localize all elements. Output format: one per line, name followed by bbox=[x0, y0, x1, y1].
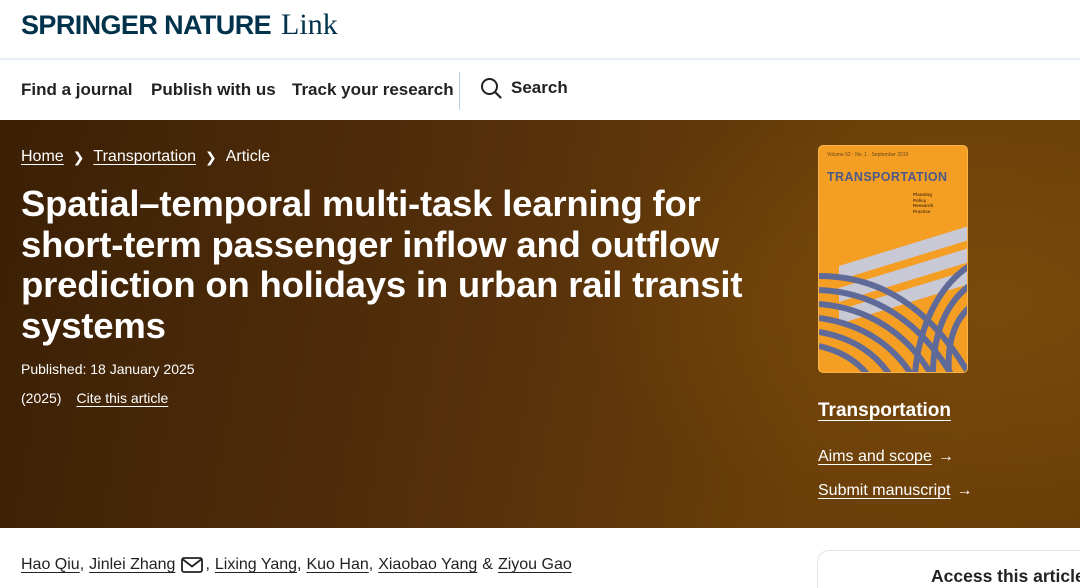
springer-nature-link-logo[interactable]: SPRINGER NATURE Link bbox=[21, 8, 338, 42]
brand-name-bold: SPRINGER NATURE bbox=[21, 10, 272, 40]
breadcrumb-current: Article bbox=[225, 148, 271, 165]
author-link[interactable]: Xiaobao Yang bbox=[378, 556, 477, 574]
submit-manuscript-label: Submit manuscript bbox=[818, 482, 951, 499]
author-link[interactable]: Hao Qiu bbox=[21, 556, 80, 574]
published-date: Published: 18 January 2025 bbox=[21, 361, 195, 377]
aims-and-scope-link[interactable]: Aims and scope → bbox=[818, 448, 954, 466]
nav-find-journal[interactable]: Find a journal bbox=[21, 80, 132, 100]
citation-row: (2025) Cite this article bbox=[21, 390, 168, 406]
cover-journal-title: TRANSPORTATION bbox=[827, 170, 948, 184]
nav-publish-with-us[interactable]: Publish with us bbox=[151, 80, 276, 100]
aims-and-scope-label: Aims and scope bbox=[818, 448, 932, 465]
email-icon[interactable] bbox=[181, 557, 204, 573]
arrow-right-icon: → bbox=[937, 448, 954, 465]
cover-issue-info: Volume 52 · No. 1 · September 2019 bbox=[827, 152, 909, 158]
breadcrumb: Home ❯ Transportation ❯ Article bbox=[21, 148, 270, 166]
author-link[interactable]: Jinlei Zhang bbox=[89, 556, 175, 574]
chevron-right-icon: ❯ bbox=[72, 148, 85, 165]
cite-article-link[interactable]: Cite this article bbox=[76, 390, 168, 406]
cover-artwork bbox=[819, 226, 967, 372]
author-list: Hao Qiu, Jinlei Zhang , Lixing Yang, Kuo… bbox=[21, 556, 572, 574]
journal-name-link[interactable]: Transportation bbox=[818, 400, 951, 422]
article-hero: Home ❯ Transportation ❯ Article Spatial–… bbox=[0, 120, 1080, 528]
author-link[interactable]: Ziyou Gao bbox=[498, 556, 572, 574]
breadcrumb-journal[interactable]: Transportation bbox=[93, 148, 196, 166]
submit-manuscript-link[interactable]: Submit manuscript → bbox=[818, 482, 973, 500]
search-icon bbox=[481, 78, 502, 99]
article-title: Spatial–temporal multi-task learning for… bbox=[21, 183, 743, 346]
author-link[interactable]: Lixing Yang bbox=[215, 556, 297, 574]
brand-name-light: Link bbox=[281, 8, 338, 41]
nav-divider bbox=[459, 72, 460, 110]
access-article-heading: Access this article bbox=[931, 566, 1080, 586]
nav-track-research[interactable]: Track your research bbox=[292, 80, 454, 100]
chevron-right-icon: ❯ bbox=[205, 148, 217, 165]
search-label: Search bbox=[511, 78, 568, 97]
authors-conjunction: & bbox=[482, 556, 493, 573]
breadcrumb-home[interactable]: Home bbox=[21, 148, 64, 166]
publication-year: (2025) bbox=[21, 390, 62, 406]
author-link[interactable]: Kuo Han bbox=[306, 556, 368, 574]
arrow-right-icon: → bbox=[956, 482, 973, 499]
brand-header: SPRINGER NATURE Link bbox=[0, 0, 1080, 60]
cover-subtitle: Planning Policy Research Practice bbox=[913, 192, 934, 214]
search-button[interactable]: Search bbox=[480, 77, 568, 99]
journal-cover-image[interactable]: Volume 52 · No. 1 · September 2019 TRANS… bbox=[818, 145, 968, 373]
main-nav: Find a journal Publish with us Track you… bbox=[0, 62, 1080, 120]
